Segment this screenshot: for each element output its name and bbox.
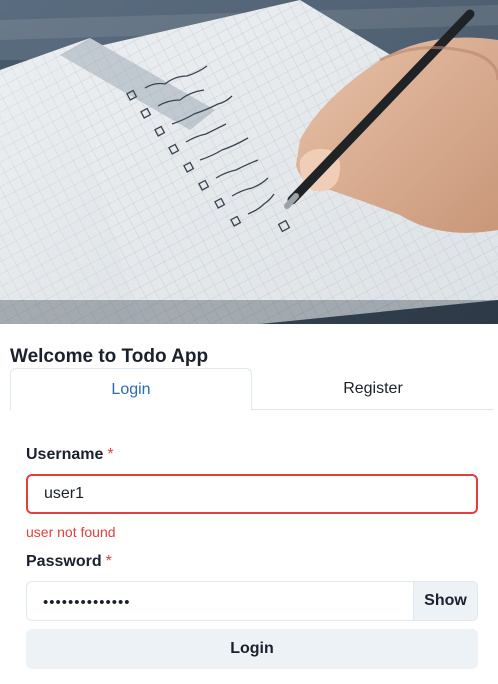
username-value: user1 (44, 485, 85, 502)
hero-image (0, 0, 498, 324)
required-asterisk: * (105, 553, 112, 570)
show-password-button[interactable]: Show (413, 581, 478, 621)
username-label: Username * (26, 445, 114, 465)
password-label: Password * (26, 552, 112, 572)
tab-login[interactable]: Login (10, 368, 252, 411)
password-label-text: Password (26, 553, 102, 570)
password-value: •••••••••••••• (43, 593, 131, 611)
username-input[interactable]: user1 (26, 474, 478, 514)
password-input-group: •••••••••••••• Show (26, 581, 478, 621)
tab-register[interactable]: Register (252, 368, 494, 410)
username-error-message: user not found (26, 524, 116, 540)
auth-tabs: Login Register (10, 368, 494, 411)
username-label-text: Username (26, 446, 104, 463)
page-title: Welcome to Todo App (10, 346, 209, 367)
password-input[interactable]: •••••••••••••• (26, 581, 414, 621)
required-asterisk: * (107, 446, 114, 463)
notebook-photo-illustration (0, 0, 498, 324)
login-button[interactable]: Login (26, 629, 478, 669)
